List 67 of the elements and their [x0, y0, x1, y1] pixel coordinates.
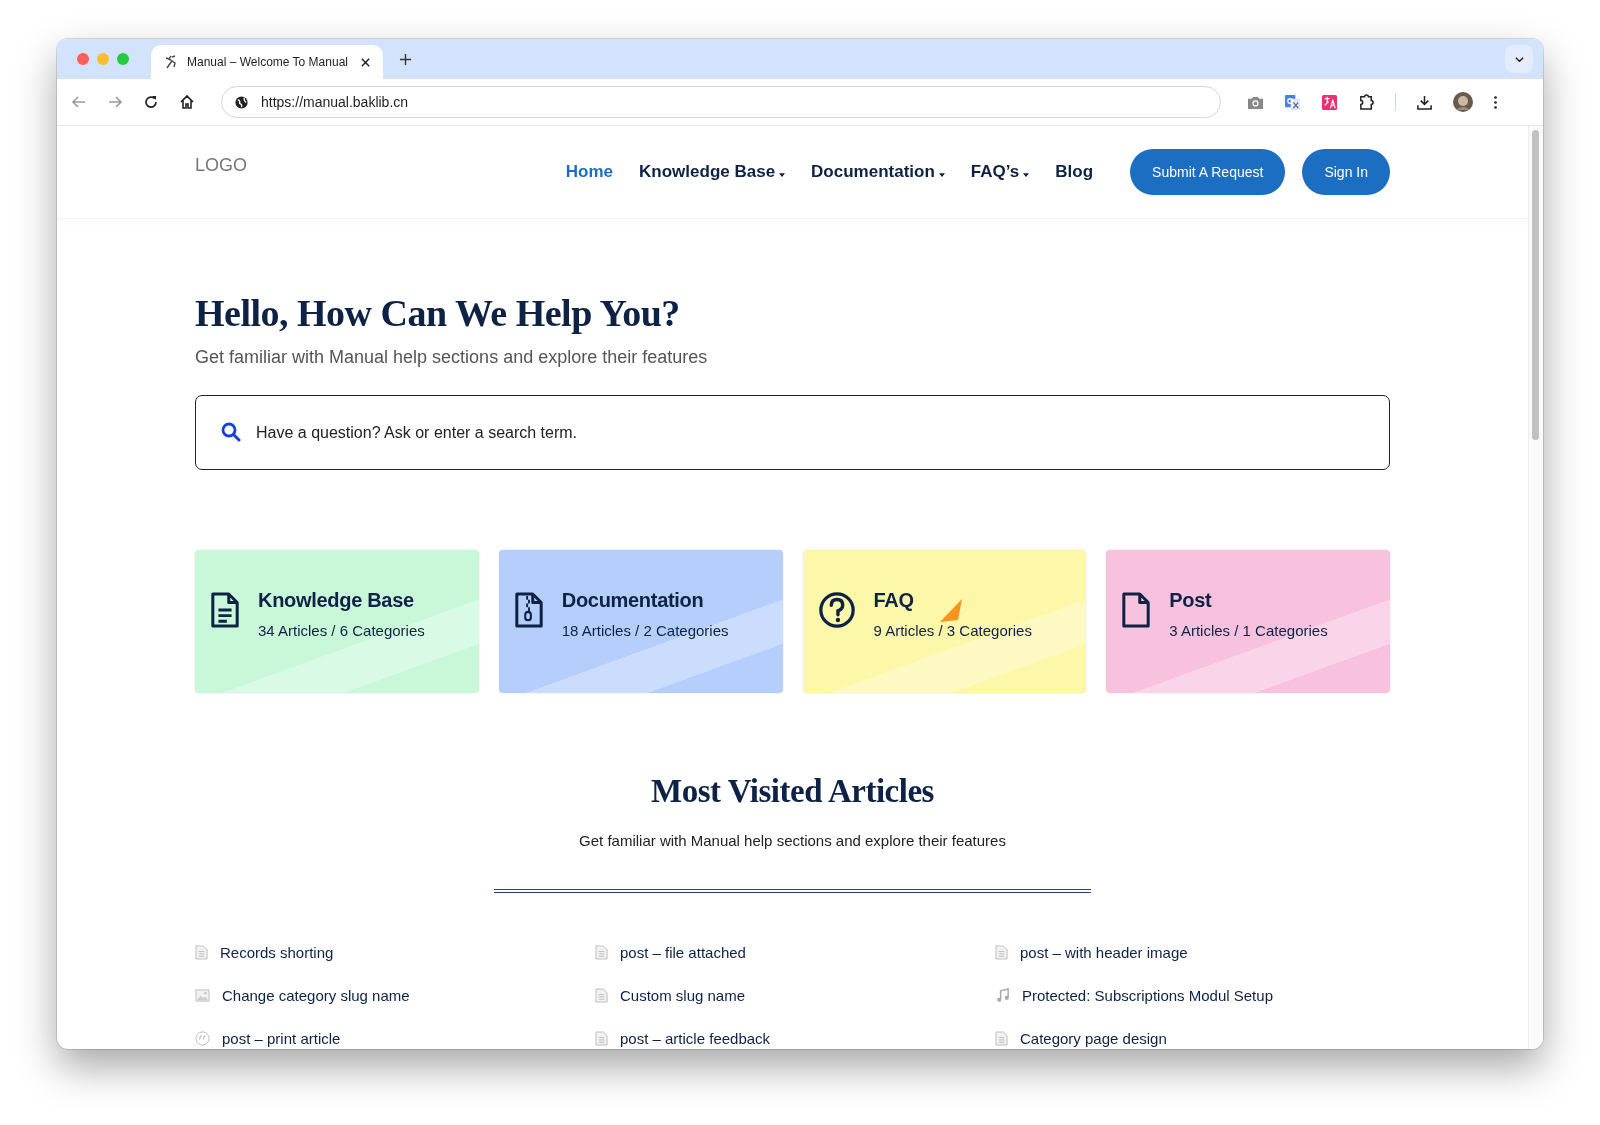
quote-icon [195, 1031, 210, 1046]
article-link[interactable]: post – print article [195, 1030, 341, 1047]
document-icon [995, 1031, 1008, 1046]
forward-icon[interactable] [107, 94, 123, 110]
article-link[interactable]: Category page design [995, 1030, 1167, 1047]
download-icon[interactable] [1416, 93, 1433, 111]
globe-icon [234, 94, 249, 110]
scrollbar[interactable] [1528, 126, 1543, 1049]
music-note-icon [995, 988, 1010, 1003]
file-icon [1121, 591, 1152, 629]
image-icon [195, 989, 210, 1002]
article-link[interactable]: post – with header image [995, 944, 1188, 961]
nav-link[interactable]: Documentation [811, 162, 945, 182]
nav-link[interactable]: Home [565, 162, 614, 182]
document-icon [995, 945, 1008, 960]
zip-file-icon [513, 591, 544, 629]
category-card[interactable]: Documentation 18 Articles / 2 Categories [498, 550, 783, 693]
camera-icon[interactable] [1247, 94, 1264, 110]
category-title: Knowledge Base [258, 589, 414, 612]
document-icon [595, 988, 608, 1003]
search-icon [221, 422, 241, 442]
pointer-shape [937, 598, 964, 624]
language-icon[interactable] [1321, 93, 1338, 111]
category-count: 34 Articles / 6 Categories [258, 622, 425, 639]
translate-icon[interactable] [1284, 93, 1301, 111]
category-card[interactable]: Knowledge Base 34 Articles / 6 Categories [195, 550, 479, 693]
header-button[interactable]: Submit A Request [1130, 149, 1286, 195]
article-link[interactable]: post – file attached [595, 944, 746, 961]
logo[interactable]: LOGO [195, 155, 247, 176]
article-link[interactable]: Protected: Subscriptions Modul Setup [995, 987, 1273, 1004]
back-icon[interactable] [71, 94, 87, 110]
document-icon [195, 945, 208, 960]
category-title: Documentation [561, 589, 704, 612]
avatar-icon[interactable] [1453, 92, 1473, 112]
document-icon [210, 591, 240, 629]
page-heading: Hello, How Can We Help You? [195, 291, 681, 335]
document-icon [595, 1031, 608, 1046]
new-tab-icon[interactable] [399, 52, 412, 66]
section-heading: Most Visited Articles [650, 773, 935, 810]
header-button[interactable]: Sign In [1302, 149, 1390, 195]
category-title: FAQ [873, 589, 914, 612]
question-icon [817, 591, 856, 629]
nav-link[interactable]: Knowledge Base [639, 162, 786, 182]
nav-link[interactable]: Blog [1055, 162, 1094, 182]
close-icon[interactable] [360, 56, 371, 68]
section-subtitle: Get familiar with Manual help sections and explore their features [578, 832, 1007, 849]
figure-icon [163, 54, 179, 70]
category-card[interactable]: FAQ 9 Articles / 3 Categories [802, 550, 1087, 693]
article-link[interactable]: Custom slug name [595, 987, 746, 1004]
category-card[interactable]: Post 3 Articles / 1 Categories [1106, 550, 1390, 693]
reload-icon[interactable] [143, 94, 159, 110]
document-icon [595, 945, 608, 960]
puzzle-icon[interactable] [1358, 93, 1375, 111]
category-count: 3 Articles / 1 Categories [1169, 622, 1328, 639]
category-title: Post [1169, 589, 1212, 612]
browser-tab[interactable]: Manual – Welcome To Manual [151, 45, 383, 79]
tab-title: Manual – Welcome To Manual [187, 55, 349, 69]
category-count: 18 Articles / 2 Categories [561, 622, 729, 639]
article-link[interactable]: Records shorting [195, 944, 334, 961]
article-link[interactable]: post – article feedback [595, 1030, 771, 1047]
search-field[interactable]: Have a question? Ask or enter a search term. [195, 395, 1390, 470]
article-link[interactable]: Change category slug name [195, 987, 410, 1004]
page-subtitle: Get familiar with Manual help sections and explore their features [195, 347, 709, 368]
menu-icon[interactable] [1493, 93, 1498, 111]
home-icon[interactable] [179, 94, 195, 110]
category-count: 9 Articles / 3 Categories [873, 622, 1032, 639]
nav-link[interactable]: FAQ’s [970, 162, 1030, 182]
